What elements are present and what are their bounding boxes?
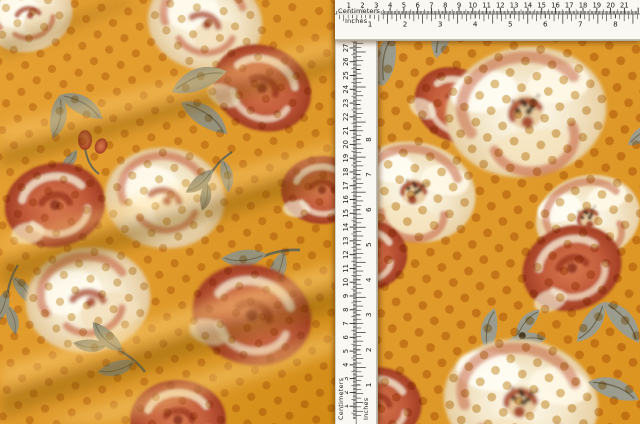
h-ruler-inch-number: 4 xyxy=(473,20,478,29)
fabric-listing-photo: Centimeters Inches 123456789101112131415… xyxy=(0,0,640,424)
vertical-ruler-inches-label: Inches xyxy=(363,397,370,421)
v-ruler-cm-number: 8 xyxy=(342,308,350,312)
h-ruler-cm-number: 16 xyxy=(551,1,560,9)
v-ruler-cm-number: 14 xyxy=(342,223,350,232)
vertical-ruler: Centimeters Inches 123456789101112131415… xyxy=(335,0,378,424)
v-ruler-cm-number: 10 xyxy=(342,278,350,287)
h-ruler-inch-number: 5 xyxy=(508,20,513,29)
v-ruler-inch-number: 6 xyxy=(364,207,373,212)
h-ruler-cm-number: 4 xyxy=(388,1,392,9)
h-ruler-cm-number: 14 xyxy=(524,1,533,9)
v-ruler-inch-number: 8 xyxy=(364,137,373,142)
h-ruler-cm-number: 8 xyxy=(443,1,447,9)
v-ruler-cm-number: 23 xyxy=(342,99,350,108)
h-ruler-cm-number: 5 xyxy=(402,1,406,9)
v-ruler-cm-number: 5 xyxy=(342,349,350,353)
h-ruler-cm-number: 6 xyxy=(416,1,420,9)
v-ruler-cm-number: 13 xyxy=(342,237,350,246)
v-ruler-cm-number: 18 xyxy=(342,168,350,177)
h-ruler-cm-number: 17 xyxy=(565,1,574,9)
h-ruler-inch-number: 8 xyxy=(613,20,618,29)
v-ruler-cm-number: 21 xyxy=(342,126,350,135)
h-ruler-inch-number: 1 xyxy=(368,20,373,29)
h-ruler-cm-number: 20 xyxy=(606,1,615,9)
v-ruler-inch-number: 1 xyxy=(364,383,373,388)
v-ruler-cm-number: 12 xyxy=(342,250,350,259)
h-ruler-inch-number: 6 xyxy=(543,20,548,29)
h-ruler-cm-number: 15 xyxy=(537,1,546,9)
horizontal-ruler-inches-label: Inches xyxy=(344,18,368,25)
draped-fabric-art xyxy=(0,0,336,424)
v-ruler-cm-number: 17 xyxy=(342,181,350,190)
vertical-ruler-centimeters-label: Centimeters xyxy=(338,377,345,421)
h-ruler-cm-number: 18 xyxy=(579,1,588,9)
v-ruler-cm-number: 19 xyxy=(342,154,350,163)
v-ruler-inch-number: 4 xyxy=(364,277,373,282)
v-ruler-cm-number: 26 xyxy=(342,57,350,66)
h-ruler-cm-number: 10 xyxy=(468,1,477,9)
v-ruler-cm-number: 15 xyxy=(342,209,350,218)
horizontal-ruler-scale: 1234567891011121314151617181920211234567… xyxy=(335,0,640,41)
h-ruler-cm-number: 13 xyxy=(510,1,519,9)
h-ruler-cm-number: 12 xyxy=(496,1,505,9)
v-ruler-cm-number: 6 xyxy=(342,335,350,339)
v-ruler-cm-number: 4 xyxy=(342,363,350,367)
fabric-photo-draped xyxy=(0,0,336,424)
vertical-ruler-scale: 1234567891011121314151617181920212223242… xyxy=(335,0,378,424)
h-ruler-inch-number: 7 xyxy=(578,20,583,29)
v-ruler-cm-number: 20 xyxy=(342,140,350,149)
v-ruler-inch-number: 3 xyxy=(364,313,373,318)
v-ruler-cm-number: 11 xyxy=(342,264,350,273)
h-ruler-inch-number: 2 xyxy=(403,20,408,29)
h-ruler-cm-number: 21 xyxy=(620,1,629,9)
v-ruler-inch-number: 7 xyxy=(364,172,373,177)
h-ruler-inch-number: 3 xyxy=(438,20,443,29)
horizontal-ruler: Centimeters Inches 123456789101112131415… xyxy=(335,0,640,41)
h-ruler-cm-number: 7 xyxy=(429,1,433,9)
v-ruler-inch-number: 2 xyxy=(364,348,373,353)
v-ruler-cm-number: 24 xyxy=(342,85,350,94)
v-ruler-cm-number: 25 xyxy=(342,71,350,80)
flat-fabric-art xyxy=(336,0,640,424)
v-ruler-inch-number: 5 xyxy=(364,242,373,247)
fabric-photo-flat xyxy=(336,0,640,424)
h-ruler-cm-number: 11 xyxy=(482,1,491,9)
h-ruler-cm-number: 9 xyxy=(457,1,461,9)
v-ruler-cm-number: 16 xyxy=(342,195,350,204)
v-ruler-cm-number: 7 xyxy=(342,321,350,325)
h-ruler-cm-number: 19 xyxy=(592,1,601,9)
v-ruler-cm-number: 27 xyxy=(342,44,350,53)
v-ruler-cm-number: 22 xyxy=(342,113,350,122)
horizontal-ruler-centimeters-label: Centimeters xyxy=(337,8,381,15)
v-ruler-cm-number: 9 xyxy=(342,294,350,298)
